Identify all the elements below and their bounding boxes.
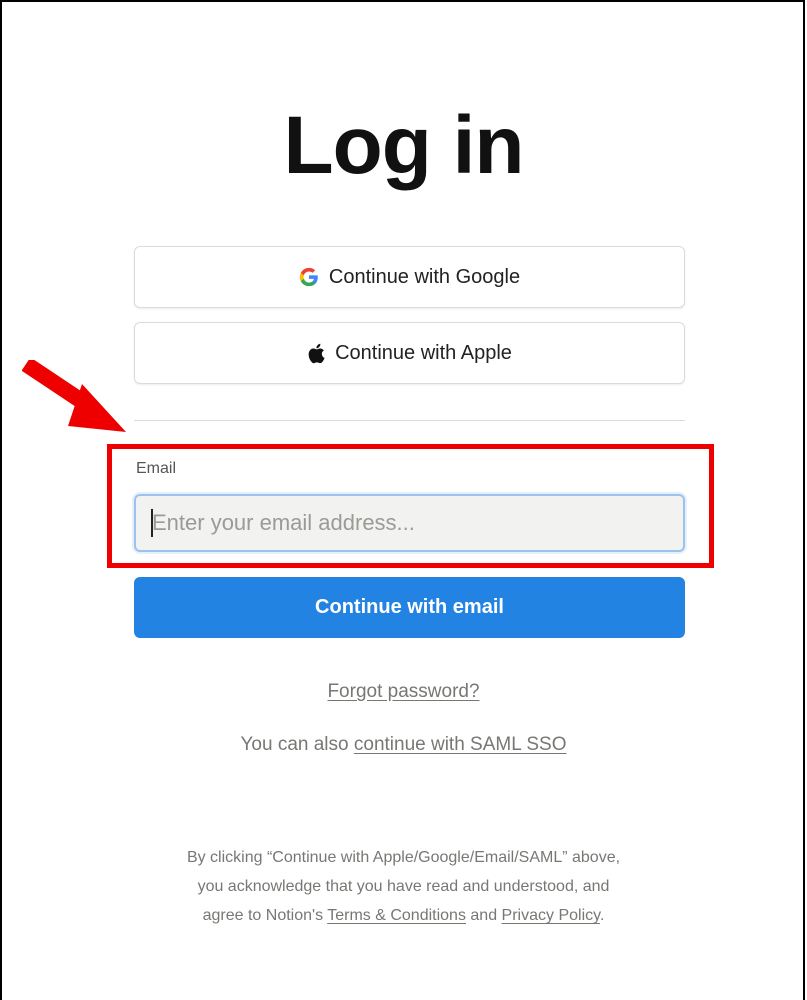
apple-button-label: Continue with Apple xyxy=(335,341,512,364)
forgot-password-link[interactable]: Forgot password? xyxy=(0,681,807,703)
arrow-annotation-icon xyxy=(22,360,126,432)
legal-line-3: agree to Notion's Terms & Conditions and… xyxy=(0,901,807,930)
privacy-policy-link[interactable]: Privacy Policy xyxy=(502,907,600,924)
google-button-label: Continue with Google xyxy=(328,265,521,288)
continue-with-google-button[interactable]: Continue with Google xyxy=(134,246,685,308)
legal-and: and xyxy=(465,907,502,924)
legal-line-3-prefix: agree to Notion's xyxy=(202,907,328,924)
email-label: Email xyxy=(136,460,177,477)
email-input[interactable] xyxy=(134,494,685,552)
continue-with-email-button[interactable]: Continue with email xyxy=(134,577,685,638)
legal-disclaimer: By clicking “Continue with Apple/Google/… xyxy=(0,843,807,930)
divider xyxy=(134,420,685,421)
saml-sso-text: You can also continue with SAML SSO xyxy=(0,734,807,756)
terms-link[interactable]: Terms & Conditions xyxy=(327,907,466,924)
page-title: Log in xyxy=(283,100,525,191)
continue-with-apple-button[interactable]: Continue with Apple xyxy=(134,322,685,384)
legal-line-1: By clicking “Continue with Apple/Google/… xyxy=(186,849,621,866)
saml-prefix: You can also xyxy=(240,734,354,755)
legal-line-2: you acknowledge that you have read and u… xyxy=(197,878,610,895)
apple-icon xyxy=(307,343,325,364)
text-caret xyxy=(151,509,153,537)
saml-sso-link[interactable]: continue with SAML SSO xyxy=(354,734,567,755)
google-icon xyxy=(299,267,319,287)
legal-period: . xyxy=(599,907,605,924)
